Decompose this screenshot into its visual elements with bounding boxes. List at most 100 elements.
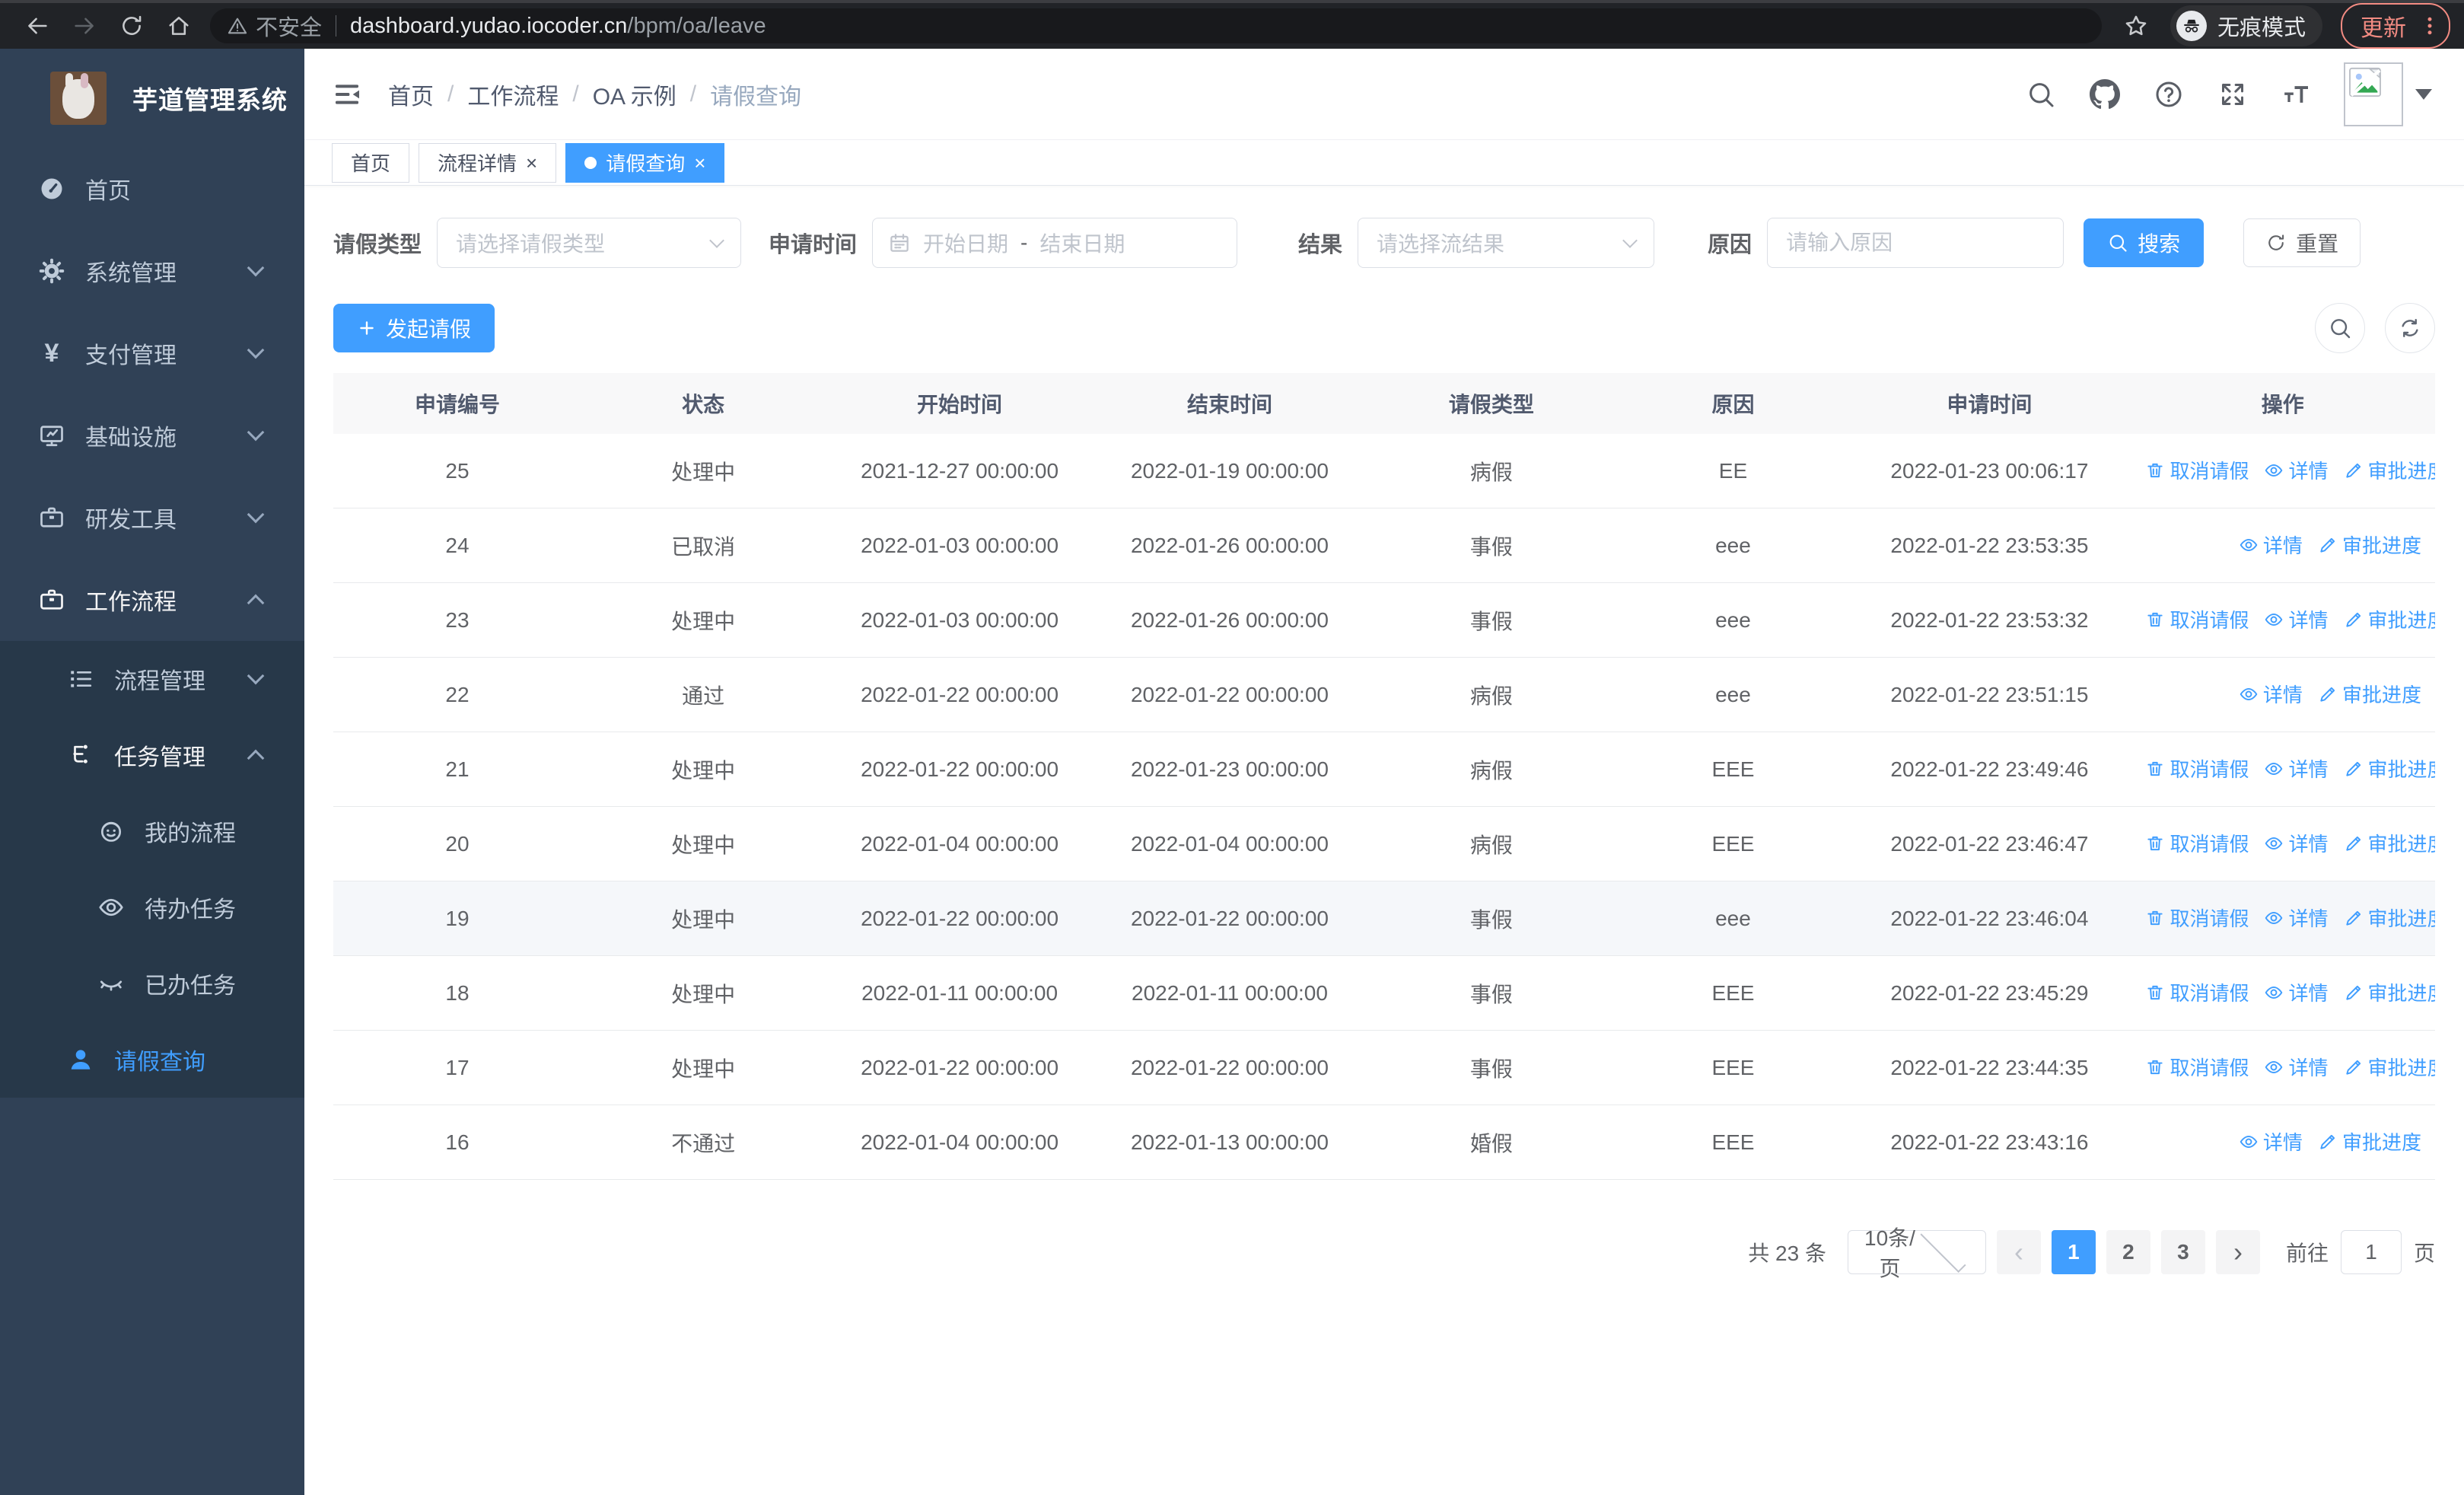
detail-link[interactable]: 详情 [2239, 1127, 2303, 1156]
sidebar-item-workflow[interactable]: 工作流程 [0, 559, 304, 641]
goto-page-input[interactable] [2340, 1230, 2402, 1274]
detail-link[interactable]: 详情 [2264, 978, 2329, 1006]
forward-icon[interactable] [72, 13, 97, 39]
fullscreen-icon[interactable] [2217, 79, 2248, 110]
cancel-link[interactable]: 取消请假 [2145, 978, 2249, 1006]
reason-input[interactable] [1786, 231, 2045, 255]
fontsize-icon[interactable] [2281, 79, 2312, 110]
progress-link[interactable]: 审批进度 [2344, 978, 2435, 1006]
reload-icon[interactable] [119, 13, 145, 39]
progress-link[interactable]: 审批进度 [2318, 680, 2421, 708]
progress-link[interactable]: 审批进度 [2344, 1053, 2435, 1081]
sidebar-item-home[interactable]: 首页 [0, 148, 304, 230]
detail-link[interactable]: 详情 [2264, 456, 2329, 484]
url-bar[interactable]: 不安全 dashboard.yudao.iocoder.cn/bpm/oa/le… [210, 8, 2102, 43]
sidebar-item-infra[interactable]: 基础设施 [0, 394, 304, 477]
cell-type: 事假 [1469, 982, 1513, 1006]
detail-link[interactable]: 详情 [2264, 904, 2329, 932]
sidebar-item-done-task[interactable]: 已办任务 [0, 945, 304, 1022]
column-header: 开始时间 [917, 393, 1003, 416]
create-leave-button[interactable]: 发起请假 [333, 304, 495, 352]
page-button-2[interactable]: 2 [2106, 1230, 2150, 1274]
close-icon[interactable]: × [694, 153, 705, 173]
cell-end: 2022-01-11 00:00:00 [1132, 980, 1328, 1005]
sidebar-item-process-mgmt[interactable]: 流程管理 [0, 641, 304, 717]
github-icon[interactable] [2090, 78, 2120, 110]
refresh-table-button[interactable] [2385, 303, 2435, 353]
home-icon[interactable] [166, 13, 192, 39]
tab-流程详情[interactable]: 流程详情 × [419, 142, 557, 183]
cell-status: 处理中 [671, 1057, 736, 1081]
leave-type-select[interactable]: 请选择请假类型 [437, 218, 742, 268]
tab-首页[interactable]: 首页 [332, 142, 410, 183]
chevron-down-icon [247, 667, 265, 685]
reset-button[interactable]: 重置 [2243, 218, 2361, 267]
cell-applied: 2022-01-22 23:51:15 [1890, 682, 2089, 706]
chevron-down-icon[interactable] [2415, 88, 2432, 100]
pen-icon [2344, 908, 2364, 928]
sidebar-item-leave-query[interactable]: 请假查询 [0, 1022, 304, 1098]
progress-link[interactable]: 审批进度 [2344, 605, 2435, 633]
cancel-link[interactable]: 取消请假 [2145, 829, 2249, 857]
briefcase-icon [38, 586, 65, 614]
cell-applied: 2022-01-22 23:53:35 [1890, 533, 2089, 557]
breadcrumb-item[interactable]: 首页 [388, 78, 434, 111]
page-button-1[interactable]: 1 [2051, 1230, 2096, 1274]
progress-link[interactable]: 审批进度 [2318, 531, 2421, 559]
cell-type: 婚假 [1469, 1131, 1513, 1156]
app-title: 芋道管理系统 [132, 86, 288, 114]
sidebar-item-my-process[interactable]: 我的流程 [0, 793, 304, 869]
back-icon[interactable] [24, 13, 50, 39]
bookmark-star-icon[interactable] [2123, 13, 2149, 39]
cancel-link[interactable]: 取消请假 [2145, 456, 2249, 484]
tab-请假查询[interactable]: 请假查询 × [565, 142, 725, 183]
update-button[interactable]: 更新 [2341, 3, 2450, 49]
sidebar-item-devtools[interactable]: 研发工具 [0, 477, 304, 559]
sidebar-item-payment[interactable]: ¥ 支付管理 [0, 312, 304, 394]
detail-link[interactable]: 详情 [2239, 680, 2303, 708]
page-button-3[interactable]: 3 [2160, 1230, 2205, 1274]
show-search-button[interactable] [2315, 303, 2365, 353]
detail-link[interactable]: 详情 [2264, 754, 2329, 783]
cancel-link[interactable]: 取消请假 [2145, 904, 2249, 932]
apply-time-range-picker[interactable]: 开始日期 - 结束日期 [872, 218, 1238, 268]
detail-link[interactable]: 详情 [2264, 1053, 2329, 1081]
progress-link[interactable]: 审批进度 [2318, 1127, 2421, 1156]
column-header: 结束时间 [1186, 393, 1272, 416]
search-button[interactable]: 搜索 [2084, 218, 2205, 267]
eye-icon [2264, 461, 2284, 480]
date-start-placeholder: 开始日期 [923, 232, 1009, 256]
breadcrumb-item[interactable]: 工作流程 [467, 78, 559, 111]
close-icon[interactable]: × [526, 153, 537, 173]
detail-link[interactable]: 详情 [2239, 531, 2303, 559]
prev-page-button[interactable]: ‹ [1996, 1230, 2041, 1274]
progress-link[interactable]: 审批进度 [2344, 754, 2435, 783]
cancel-link[interactable]: 取消请假 [2145, 1053, 2249, 1081]
progress-link[interactable]: 审批进度 [2344, 456, 2435, 484]
update-label: 更新 [2361, 16, 2406, 41]
table-body: 25 处理中 2021-12-27 00:00:00 2022-01-19 00:00… [333, 434, 2435, 1180]
help-icon[interactable] [2154, 79, 2184, 110]
avatar[interactable] [2344, 62, 2403, 126]
sidebar-item-task-mgmt[interactable]: 任务管理 [0, 717, 304, 793]
search-icon[interactable] [2026, 79, 2056, 110]
progress-link[interactable]: 审批进度 [2344, 904, 2435, 932]
sidebar-item-system[interactable]: 系统管理 [0, 230, 304, 312]
pen-icon [2344, 1057, 2364, 1077]
chevron-down-icon [709, 233, 724, 248]
cancel-link[interactable]: 取消请假 [2145, 605, 2249, 633]
cancel-link[interactable]: 取消请假 [2145, 754, 2249, 783]
detail-link[interactable]: 详情 [2264, 829, 2329, 857]
page-size-select[interactable]: 10条/页 [1847, 1226, 1986, 1280]
breadcrumb-item[interactable]: OA 示例 [593, 78, 676, 111]
browser-menu-icon[interactable] [2418, 14, 2441, 37]
detail-link[interactable]: 详情 [2264, 605, 2329, 633]
collapse-menu-icon[interactable] [332, 79, 362, 110]
pagination: 共 23 条 10条/页 ‹ 123 › 前往 页 [333, 1226, 2435, 1280]
cell-applied: 2022-01-22 23:43:16 [1890, 1130, 2089, 1154]
next-page-button[interactable]: › [2215, 1230, 2260, 1274]
sidebar-item-todo-task[interactable]: 待办任务 [0, 869, 304, 945]
progress-link[interactable]: 审批进度 [2344, 829, 2435, 857]
cell-applied: 2022-01-22 23:45:29 [1890, 980, 2089, 1005]
result-select[interactable]: 请选择流结果 [1358, 218, 1655, 268]
